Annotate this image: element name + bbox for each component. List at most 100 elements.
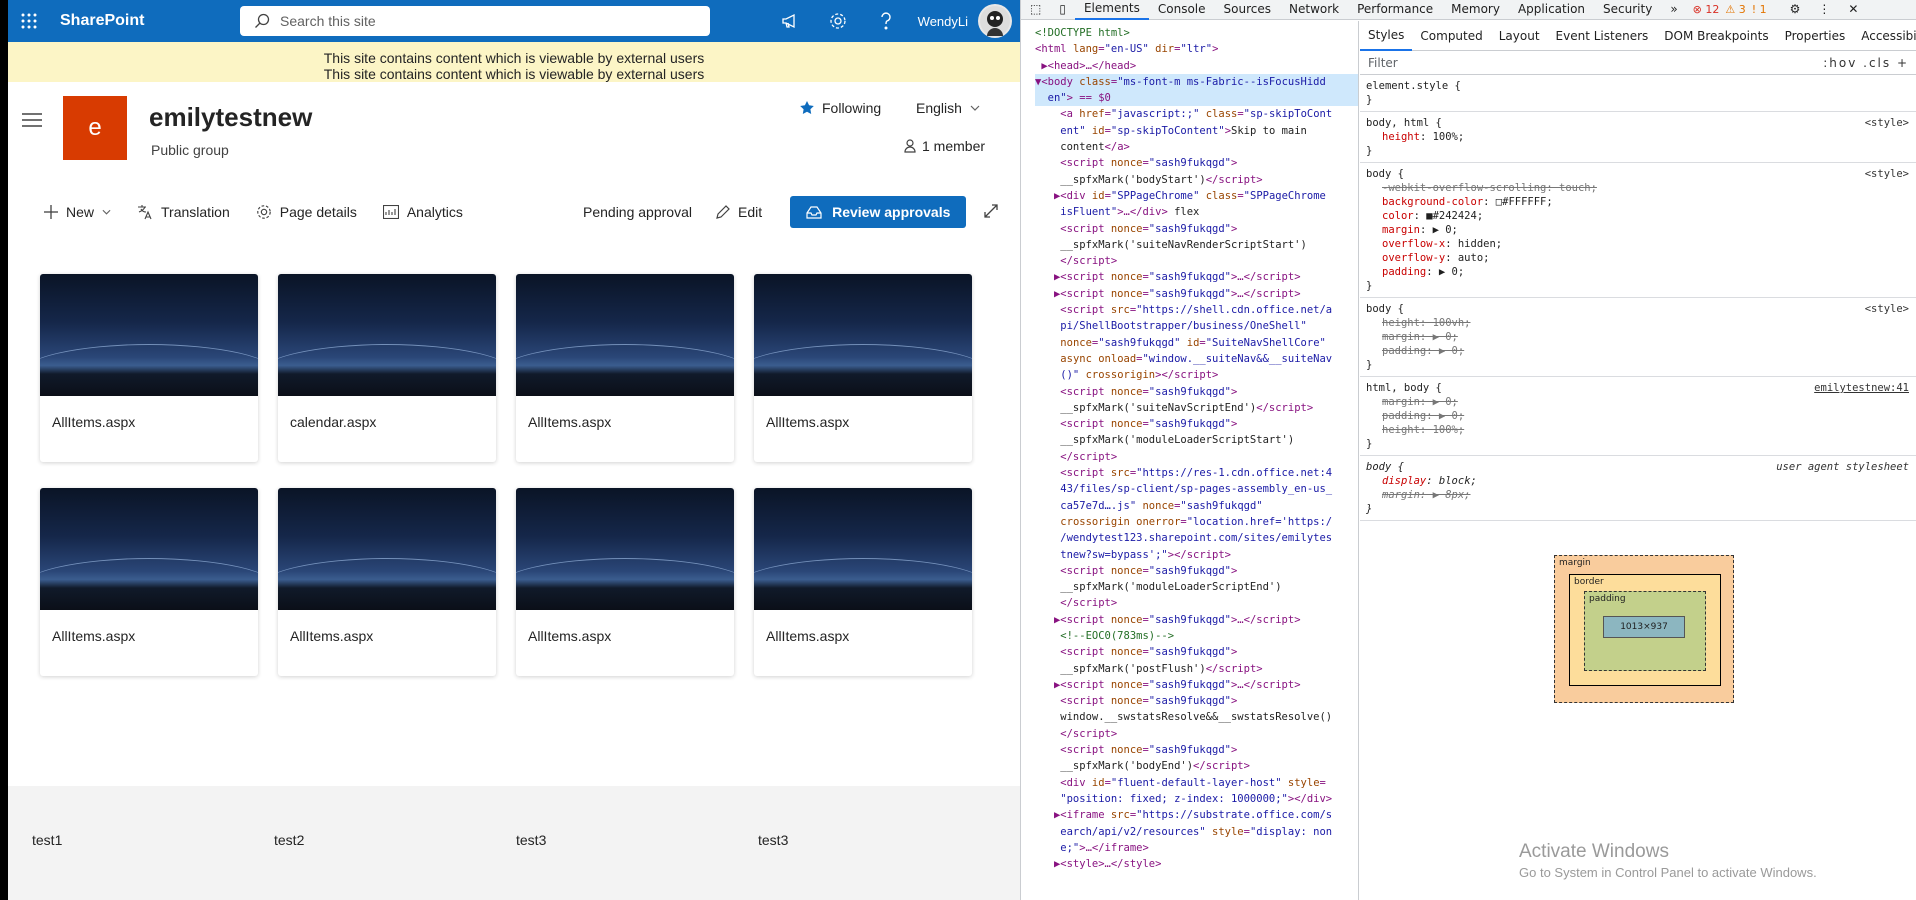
rule-source: user agent stylesheet [1776, 461, 1909, 473]
tab-styles[interactable]: Styles [1360, 21, 1413, 51]
document-card[interactable]: AllItems.aspx [516, 488, 734, 676]
expand-icon[interactable] [984, 203, 999, 221]
pencil-icon [716, 205, 730, 219]
user-name[interactable]: WendyLi [918, 14, 968, 29]
tab-computed[interactable]: Computed [1412, 29, 1490, 43]
app-launcher-icon[interactable] [8, 0, 50, 42]
inspect-element-icon[interactable]: ⬚ [1021, 0, 1050, 19]
review-approvals-label: Review approvals [832, 204, 951, 220]
site-subtitle: Public group [151, 142, 229, 158]
css-rule[interactable]: <style> body {-webkit-overflow-scrolling:… [1360, 163, 1916, 298]
suite-icons: WendyLi [766, 0, 1020, 42]
tab-security[interactable]: Security [1594, 0, 1661, 19]
chart-icon [382, 205, 399, 219]
gear-icon[interactable] [814, 0, 862, 42]
tab-dom-breakpoints[interactable]: DOM Breakpoints [1656, 29, 1776, 43]
avatar[interactable] [978, 4, 1012, 38]
tab-application[interactable]: Application [1509, 0, 1594, 19]
issues-badge[interactable]: ! 1 [1752, 3, 1767, 16]
box-model-diagram: margin border padding 1013×937 [1554, 555, 1734, 703]
tab-elements[interactable]: Elements [1074, 0, 1149, 20]
tab-console[interactable]: Console [1149, 0, 1215, 19]
css-rule[interactable]: <style> body, html {height: 100%;} [1360, 112, 1916, 163]
filter-tools[interactable]: :hov .cls + [1823, 56, 1909, 70]
page-details-label: Page details [279, 204, 357, 220]
command-bar-right: Pending approval Edit Review approvals [583, 182, 999, 242]
review-approvals-button[interactable]: Review approvals [790, 196, 967, 228]
tab-performance[interactable]: Performance [1348, 0, 1442, 19]
rule-source[interactable]: <style> [1865, 302, 1909, 316]
help-icon[interactable] [862, 0, 910, 42]
analytics-button[interactable]: Analytics [382, 204, 463, 220]
pending-approval-label: Pending approval [583, 204, 692, 220]
tab-properties[interactable]: Properties [1777, 29, 1854, 43]
search-box[interactable]: Search this site [240, 6, 710, 36]
window-edge [0, 0, 8, 900]
tab-memory[interactable]: Memory [1442, 0, 1509, 19]
document-grid: AllItems.aspx calendar.aspx AllItems.asp… [40, 274, 972, 676]
tab-accessibility[interactable]: Accessibility [1853, 29, 1916, 43]
dom-tree[interactable]: <!DOCTYPE html> <html lang="en-US" dir="… [1021, 21, 1359, 900]
css-rule: user agent stylesheet body {display: bloc… [1360, 456, 1916, 521]
more-tabs-icon[interactable]: » [1661, 0, 1686, 19]
rule-source[interactable]: <style> [1865, 167, 1909, 181]
members-label: 1 member [922, 138, 986, 154]
styles-filter-input[interactable]: Filter :hov .cls + [1360, 51, 1916, 75]
tab-event-listeners[interactable]: Event Listeners [1548, 29, 1657, 43]
document-card[interactable]: AllItems.aspx [754, 274, 972, 462]
footer-link[interactable]: test1 [32, 832, 62, 848]
new-label: New [66, 204, 95, 220]
site-logo[interactable]: e [63, 96, 127, 160]
document-card[interactable]: AllItems.aspx [516, 274, 734, 462]
tab-sources[interactable]: Sources [1215, 0, 1280, 19]
settings-gear-icon[interactable]: ⚙ [1781, 0, 1810, 19]
edit-label: Edit [737, 204, 763, 220]
gear-icon [256, 205, 271, 219]
document-card[interactable]: AllItems.aspx [278, 488, 496, 676]
error-badge[interactable]: ⊗ 12 [1693, 3, 1720, 16]
kebab-menu-icon[interactable]: ⋮ [1809, 0, 1839, 19]
footer-link[interactable]: test3 [758, 832, 788, 848]
device-toolbar-icon[interactable]: ▯ [1050, 0, 1075, 19]
language-selector[interactable]: English [916, 100, 980, 116]
banner-line-1: This site contains content which is view… [323, 50, 705, 66]
following-button[interactable]: Following [800, 100, 881, 116]
document-card[interactable]: calendar.aspx [278, 274, 496, 462]
search-icon [255, 13, 270, 28]
megaphone-icon[interactable] [766, 0, 814, 42]
document-thumbnail [278, 488, 496, 610]
new-button[interactable]: New [44, 204, 111, 220]
rule-source[interactable]: <style> [1865, 116, 1909, 130]
person-icon [904, 139, 916, 153]
document-thumbnail [40, 488, 258, 610]
members-button[interactable]: 1 member [904, 138, 985, 154]
error-count: 12 [1705, 3, 1720, 16]
activate-windows-title: Activate Windows [1519, 841, 1669, 862]
warning-count: 3 [1738, 3, 1746, 16]
warning-badge[interactable]: ⚠ 3 [1725, 3, 1745, 16]
tab-network[interactable]: Network [1280, 0, 1348, 19]
footer-link[interactable]: test2 [274, 832, 304, 848]
document-thumbnail [754, 274, 972, 396]
css-rule[interactable]: emilytestnew:41 html, body {margin: ▶ 0; p… [1360, 377, 1916, 456]
css-rule[interactable]: element.style {} [1360, 75, 1916, 112]
translation-button[interactable]: Translation [137, 204, 230, 220]
brand-name[interactable]: SharePoint [60, 12, 240, 30]
page-details-button[interactable]: Page details [256, 204, 357, 220]
css-rule[interactable]: <style> body {height: 100vh; margin: ▶ 0; p… [1360, 298, 1916, 377]
tab-layout[interactable]: Layout [1491, 29, 1548, 43]
footer-link[interactable]: test3 [516, 832, 546, 848]
document-card[interactable]: AllItems.aspx [754, 488, 972, 676]
rule-source[interactable]: emilytestnew:41 [1814, 381, 1909, 395]
document-card[interactable]: AllItems.aspx [40, 274, 258, 462]
document-card[interactable]: AllItems.aspx [40, 488, 258, 676]
site-title[interactable]: emilytestnew [149, 102, 312, 133]
edit-button[interactable]: Edit [716, 204, 762, 220]
styles-tabbar: Styles Computed Layout Event Listeners D… [1360, 21, 1916, 51]
command-bar-left: New Translation Page details Analytics [44, 182, 489, 242]
screen: SharePoint Search this site WendyLi This… [0, 0, 1916, 900]
close-icon[interactable]: ✕ [1839, 0, 1867, 19]
approvals-icon [806, 206, 822, 219]
translate-icon [138, 205, 152, 220]
hamburger-menu-icon[interactable] [22, 112, 42, 133]
